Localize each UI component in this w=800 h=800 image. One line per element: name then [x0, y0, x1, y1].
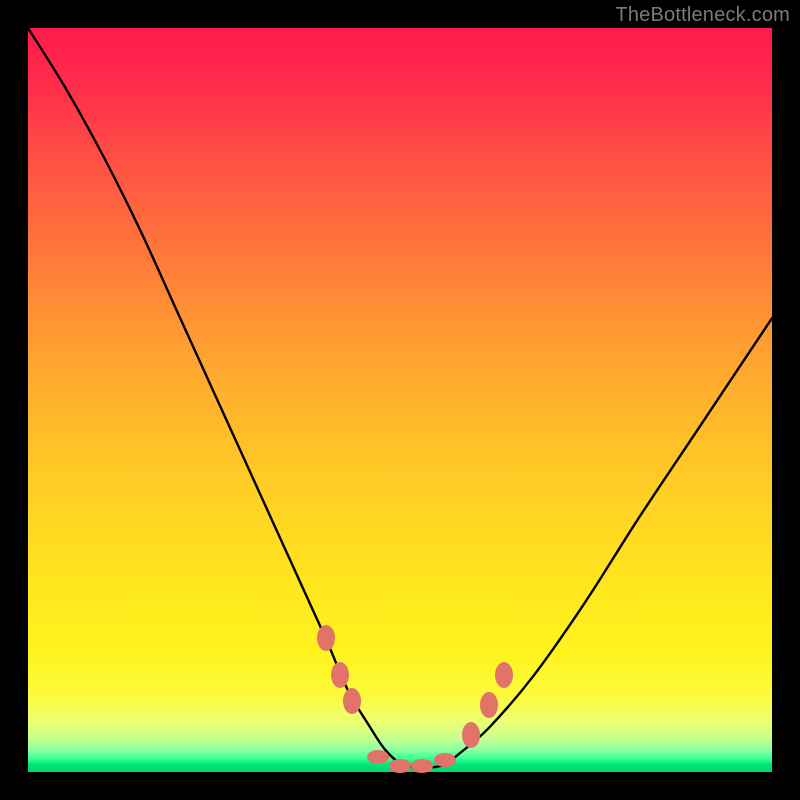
curve-marker	[462, 722, 480, 748]
curve-marker	[495, 662, 513, 688]
curve-marker	[411, 759, 433, 773]
chart-plot-area	[28, 28, 772, 772]
curve-marker	[331, 662, 349, 688]
curve-marker	[367, 750, 389, 764]
curve-marker	[480, 692, 498, 718]
chart-frame: TheBottleneck.com	[0, 0, 800, 800]
curve-marker	[343, 688, 361, 714]
curve-marker	[389, 759, 411, 773]
watermark-text: TheBottleneck.com	[615, 4, 790, 27]
curve-marker	[317, 625, 335, 651]
curve-marker	[434, 753, 456, 767]
bottleneck-curve	[28, 28, 772, 772]
